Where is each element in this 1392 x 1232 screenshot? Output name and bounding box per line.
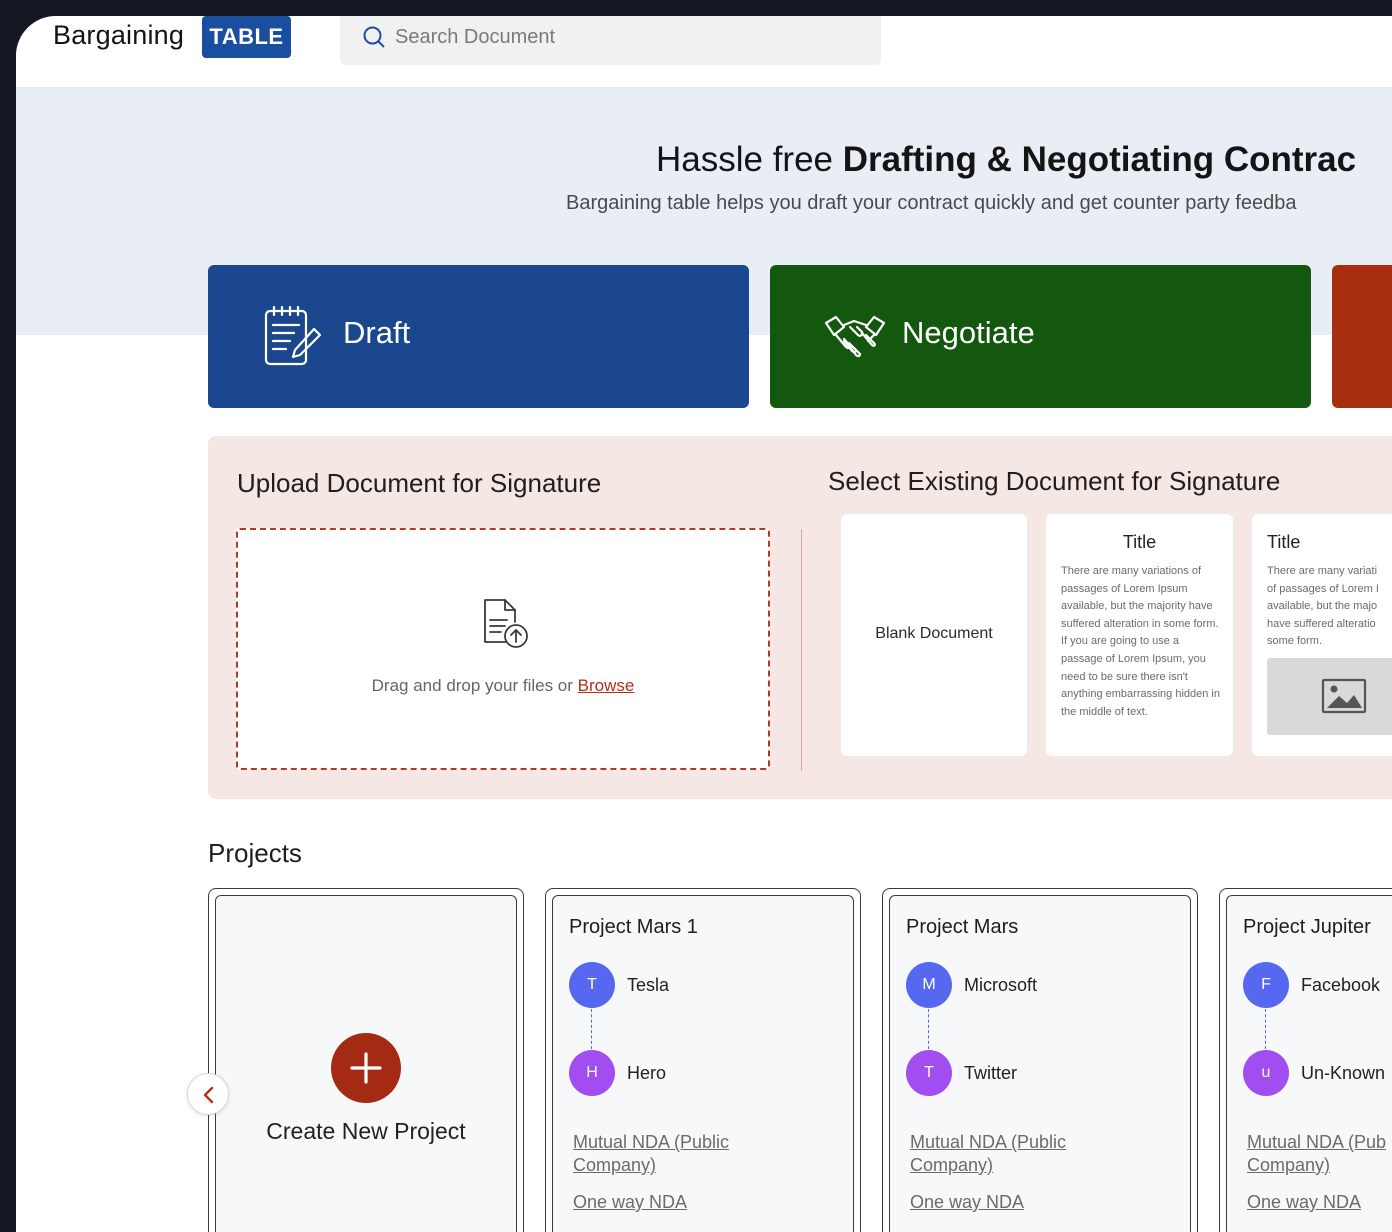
logo-text[interactable]: Bargaining: [53, 20, 184, 51]
existing-section-title: Select Existing Document for Signature: [828, 466, 1281, 496]
chevron-left-icon: [203, 1086, 214, 1104]
party-name: Microsoft: [964, 975, 1038, 995]
document-link[interactable]: Mutual NDA (Public Company): [573, 1131, 793, 1177]
party-avatar: M: [906, 962, 952, 1008]
template-description: There are many variations of passages of…: [1061, 563, 1221, 721]
party-connector: [1265, 1009, 1266, 1049]
draft-card[interactable]: Draft: [208, 265, 749, 408]
template-title: Title: [1267, 532, 1301, 552]
party-avatar: T: [906, 1050, 952, 1096]
image-icon: [1321, 678, 1367, 714]
party-name: Un-Known: [1301, 1063, 1386, 1083]
party-connector: [591, 1009, 592, 1049]
project-card[interactable]: Project Mars 1 T Tesla H Hero Mutual NDA…: [545, 888, 861, 1232]
search-bar[interactable]: [340, 16, 881, 65]
project-title: Project Mars 1: [569, 916, 698, 938]
draft-label: Draft: [343, 315, 411, 350]
party-avatar: T: [569, 962, 615, 1008]
hero-title: Hassle free Drafting & Negotiating Contr…: [656, 140, 1356, 180]
party-name: Facebook: [1301, 975, 1381, 995]
sign-card[interactable]: [1332, 265, 1392, 408]
section-divider: [801, 529, 802, 771]
party-name: Tesla: [627, 975, 670, 995]
card-inner: Project Mars 1 T Tesla H Hero Mutual NDA…: [552, 895, 854, 1232]
template-card[interactable]: Title There are many variati of passages…: [1252, 514, 1392, 756]
template-line: available, but the majo: [1267, 600, 1378, 613]
app-window: Bargaining TABLE Hassle free Drafting & …: [16, 16, 1392, 1232]
document-link[interactable]: One way NDA: [1247, 1191, 1361, 1214]
project-title: Project Mars: [906, 916, 1019, 938]
file-dropzone[interactable]: Drag and drop your files or Browse: [236, 528, 770, 770]
upload-section-title: Upload Document for Signature: [237, 468, 602, 498]
party-name: Twitter: [964, 1063, 1018, 1083]
drop-instructions: Drag and drop your files or Browse: [238, 676, 768, 696]
negotiate-card[interactable]: Negotiate: [770, 265, 1311, 408]
projects-heading: Projects: [208, 838, 302, 868]
template-title: Title: [1122, 532, 1157, 552]
hero-subtitle: Bargaining table helps you draft your co…: [566, 192, 1297, 214]
party-avatar: u: [1243, 1050, 1289, 1096]
create-project-label: Create New Project: [266, 1118, 466, 1144]
handshake-icon: [824, 315, 886, 358]
document-link[interactable]: Mutual NDA (Pub Company): [1247, 1131, 1392, 1177]
document-link[interactable]: Mutual NDA (Public Company): [910, 1131, 1130, 1177]
party-connector: [928, 1009, 929, 1049]
card-inner: Project Mars M Microsoft T Twitter Mutua…: [889, 895, 1191, 1232]
drop-text: Drag and drop your files or: [371, 676, 578, 695]
card-inner: Create New Project: [215, 895, 517, 1232]
template-line: of passages of Lorem I: [1267, 582, 1379, 595]
template-line: have suffered alteratio: [1267, 617, 1376, 630]
template-paragraph: There are many variations of passages of…: [1061, 565, 1219, 630]
signature-panel: Upload Document for Signature Drag and d…: [208, 436, 1392, 799]
party-avatar: F: [1243, 962, 1289, 1008]
document-link[interactable]: One way NDA: [910, 1191, 1024, 1214]
blank-document-label: Blank Document: [875, 625, 993, 642]
carousel-prev-button[interactable]: [187, 1073, 229, 1115]
hero-title-bold: Drafting & Negotiating Contrac: [842, 140, 1357, 179]
party-avatar: H: [569, 1050, 615, 1096]
blank-document-card[interactable]: Blank Document: [841, 514, 1027, 756]
image-placeholder: [1267, 658, 1392, 735]
card-inner: Project Jupiter F Facebook u Un-Known Mu…: [1226, 895, 1392, 1232]
project-title: Project Jupiter: [1243, 916, 1371, 938]
template-paragraph: If you are going to use a passage of Lor…: [1061, 635, 1220, 718]
negotiate-label: Negotiate: [902, 315, 1035, 350]
search-icon: [363, 26, 385, 48]
hero-title-light: Hassle free: [656, 140, 843, 179]
template-line: There are many variati: [1267, 565, 1378, 577]
template-description: There are many variati of passages of Lo…: [1267, 563, 1392, 651]
template-line: some form.: [1267, 635, 1323, 648]
document-link[interactable]: One way NDA: [573, 1191, 687, 1214]
top-bar: Bargaining TABLE: [16, 16, 1392, 86]
plus-icon: [350, 1052, 382, 1084]
browse-link[interactable]: Browse: [578, 676, 635, 695]
logo-badge[interactable]: TABLE: [202, 16, 291, 58]
search-input[interactable]: [395, 16, 865, 58]
create-project-button[interactable]: [331, 1033, 401, 1103]
create-project-card[interactable]: Create New Project: [208, 888, 524, 1232]
template-card[interactable]: Title There are many variations of passa…: [1046, 514, 1233, 756]
project-card[interactable]: Project Jupiter F Facebook u Un-Known Mu…: [1219, 888, 1392, 1232]
project-card[interactable]: Project Mars M Microsoft T Twitter Mutua…: [882, 888, 1198, 1232]
file-upload-icon: [484, 599, 528, 648]
notepad-icon: [264, 305, 322, 366]
party-name: Hero: [627, 1063, 667, 1083]
